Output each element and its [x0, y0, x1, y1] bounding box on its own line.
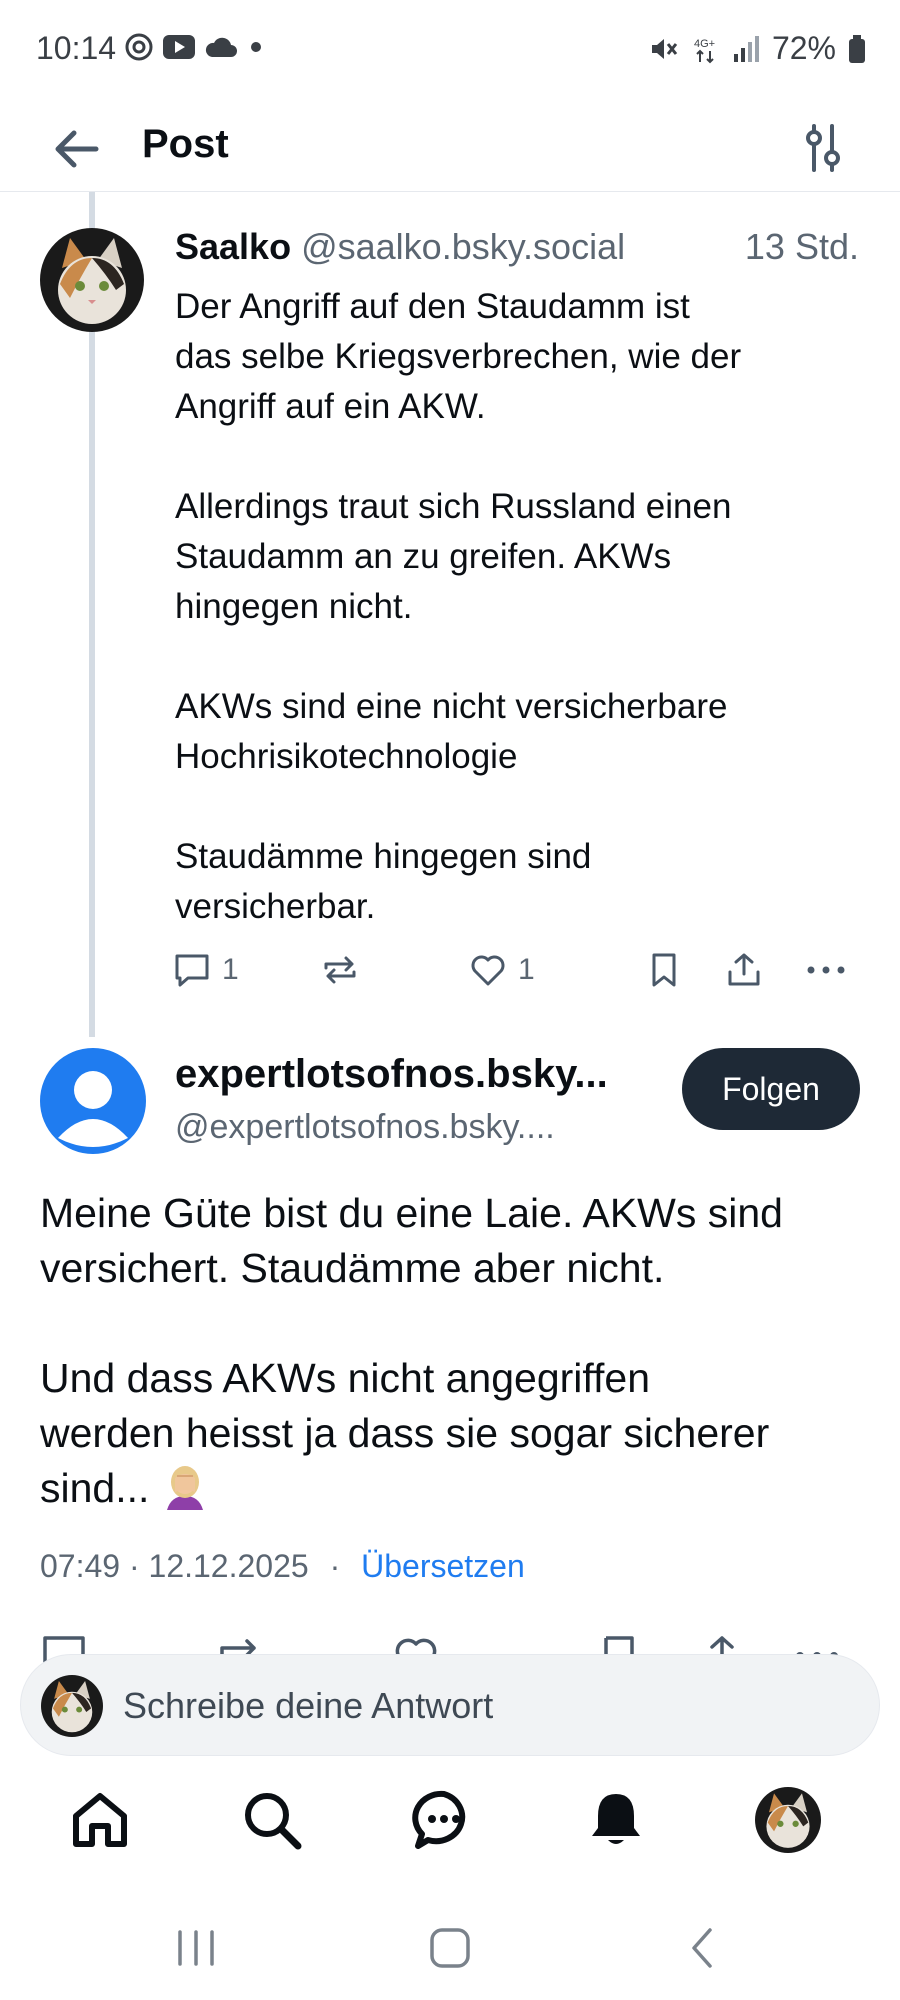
- bookmark-icon: [652, 953, 676, 987]
- nav-profile[interactable]: [750, 1780, 826, 1860]
- status-time: 10:14: [36, 30, 117, 66]
- heart-icon: [471, 955, 505, 986]
- text-line: Meine Güte bist du eine Laie. AKWs sind: [40, 1190, 783, 1236]
- home-system-button[interactable]: [420, 1920, 480, 1976]
- nav-home[interactable]: [62, 1780, 138, 1860]
- translate-link[interactable]: Übersetzen: [361, 1548, 525, 1584]
- back-system-button[interactable]: [672, 1920, 732, 1976]
- text-line: sind...: [40, 1465, 161, 1511]
- nav-chat[interactable]: [406, 1780, 482, 1860]
- comment-icon: [175, 954, 209, 987]
- text-line: Und dass AKWs nicht angegriffen: [40, 1355, 651, 1401]
- page-title: Post: [142, 122, 229, 166]
- bookmark-button[interactable]: [644, 950, 684, 990]
- dot-icon: [251, 42, 261, 52]
- app-header: Post: [0, 100, 900, 192]
- reply-count: 1: [222, 953, 239, 986]
- text-line: Der Angriff auf den Staudamm ist: [175, 287, 690, 326]
- parent-author-handle[interactable]: @saalko.bsky.social: [301, 226, 625, 267]
- text-line: AKWs sind eine nicht versicherbare: [175, 687, 728, 726]
- share-icon: [728, 953, 760, 986]
- main-author-avatar[interactable]: [40, 1048, 146, 1154]
- signal-icon: [733, 35, 759, 62]
- text-line: Angriff auf ein AKW.: [175, 387, 486, 426]
- parent-post-header: Saalko @saalko.bsky.social 13 Std.: [175, 226, 865, 268]
- cat-avatar-image: [41, 1675, 103, 1737]
- main-post-text: Meine Güte bist du eine Laie. AKWs sind …: [40, 1186, 870, 1516]
- sliders-icon: [806, 124, 840, 172]
- text-line: versichert. Staudämme aber nicht.: [40, 1245, 665, 1291]
- recent-apps-button[interactable]: [166, 1920, 226, 1976]
- bell-icon: [592, 1794, 640, 1844]
- parent-post-text: Der Angriff auf den Staudamm ist das sel…: [175, 282, 875, 932]
- nav-search[interactable]: [234, 1780, 310, 1860]
- text-line: Staudamm an zu greifen. AKWs: [175, 537, 672, 576]
- bottom-navigation: [0, 1780, 900, 1880]
- main-author-handle[interactable]: @expertlotsofnos.bsky....: [175, 1108, 650, 1147]
- battery-icon: [849, 34, 865, 63]
- follow-button[interactable]: Folgen: [682, 1048, 860, 1130]
- chevron-left-icon: [692, 1928, 712, 1968]
- thread-settings-button[interactable]: [798, 120, 848, 176]
- composer-placeholder: Schreibe deine Antwort: [123, 1685, 494, 1726]
- mute-icon: [651, 38, 678, 59]
- text-line: versicherbar.: [175, 887, 376, 926]
- ellipsis-icon: [807, 966, 845, 974]
- system-navigation-bar: [0, 1900, 900, 2000]
- svg-text:4G+: 4G+: [694, 38, 715, 50]
- status-right: 4G+ 72%: [648, 30, 866, 67]
- more-options-button[interactable]: [804, 950, 848, 990]
- chat-icon: [412, 1790, 466, 1849]
- youtube-icon: [163, 35, 195, 59]
- home-icon: [73, 1793, 127, 1847]
- text-line: hingegen nicht.: [175, 587, 413, 626]
- my-avatar: [41, 1675, 103, 1737]
- parent-post-time: 13 Std.: [744, 226, 859, 267]
- meta-separator: ·: [329, 1548, 341, 1584]
- text-line: Allerdings traut sich Russland einen: [175, 487, 732, 526]
- main-author-name[interactable]: expertlotsofnos.bsky...: [175, 1052, 650, 1097]
- status-bar: 10:14 4G+ 72%: [0, 0, 900, 100]
- post-timestamp: 07:49 · 12.12.2025: [40, 1548, 309, 1584]
- status-notification-icons: [124, 32, 266, 62]
- nav-notifications[interactable]: [578, 1780, 654, 1860]
- parent-author-name[interactable]: Saalko: [175, 226, 291, 267]
- threads-icon: [125, 33, 153, 61]
- cloud-icon: [205, 37, 237, 57]
- like-count: 1: [518, 953, 535, 986]
- text-line: Hochrisikotechnologie: [175, 737, 518, 776]
- repost-button[interactable]: [320, 950, 360, 990]
- parent-author-avatar[interactable]: [40, 228, 144, 332]
- text-line: Staudämme hingegen sind: [175, 837, 592, 876]
- post-meta: 07:49 · 12.12.2025 · Übersetzen: [40, 1548, 525, 1585]
- share-button[interactable]: [724, 950, 764, 990]
- recent-apps-icon: [178, 1930, 214, 1966]
- face-palm-emoji: [166, 1466, 203, 1510]
- arrow-left-icon: [55, 130, 99, 168]
- profile-avatar: [755, 1787, 821, 1853]
- text-line: werden heisst ja dass sie sogar sicherer: [40, 1410, 770, 1456]
- like-button[interactable]: 1: [468, 950, 535, 990]
- back-button[interactable]: [50, 122, 104, 176]
- square-home-icon: [430, 1928, 470, 1968]
- repost-icon: [324, 956, 356, 984]
- network-4g-icon: 4G+: [694, 38, 715, 63]
- reply-button[interactable]: 1: [172, 950, 239, 990]
- default-user-icon: [58, 1071, 128, 1147]
- search-icon: [245, 1793, 302, 1850]
- text-line-with-emoji: sind...: [40, 1461, 870, 1516]
- cat-avatar-image: [40, 228, 144, 332]
- parent-post-actions: 1 1: [172, 950, 872, 996]
- battery-percent: 72%: [771, 30, 836, 66]
- text-line: das selbe Kriegsverbrechen, wie der: [175, 337, 742, 376]
- reply-composer[interactable]: Schreibe deine Antwort: [20, 1654, 880, 1756]
